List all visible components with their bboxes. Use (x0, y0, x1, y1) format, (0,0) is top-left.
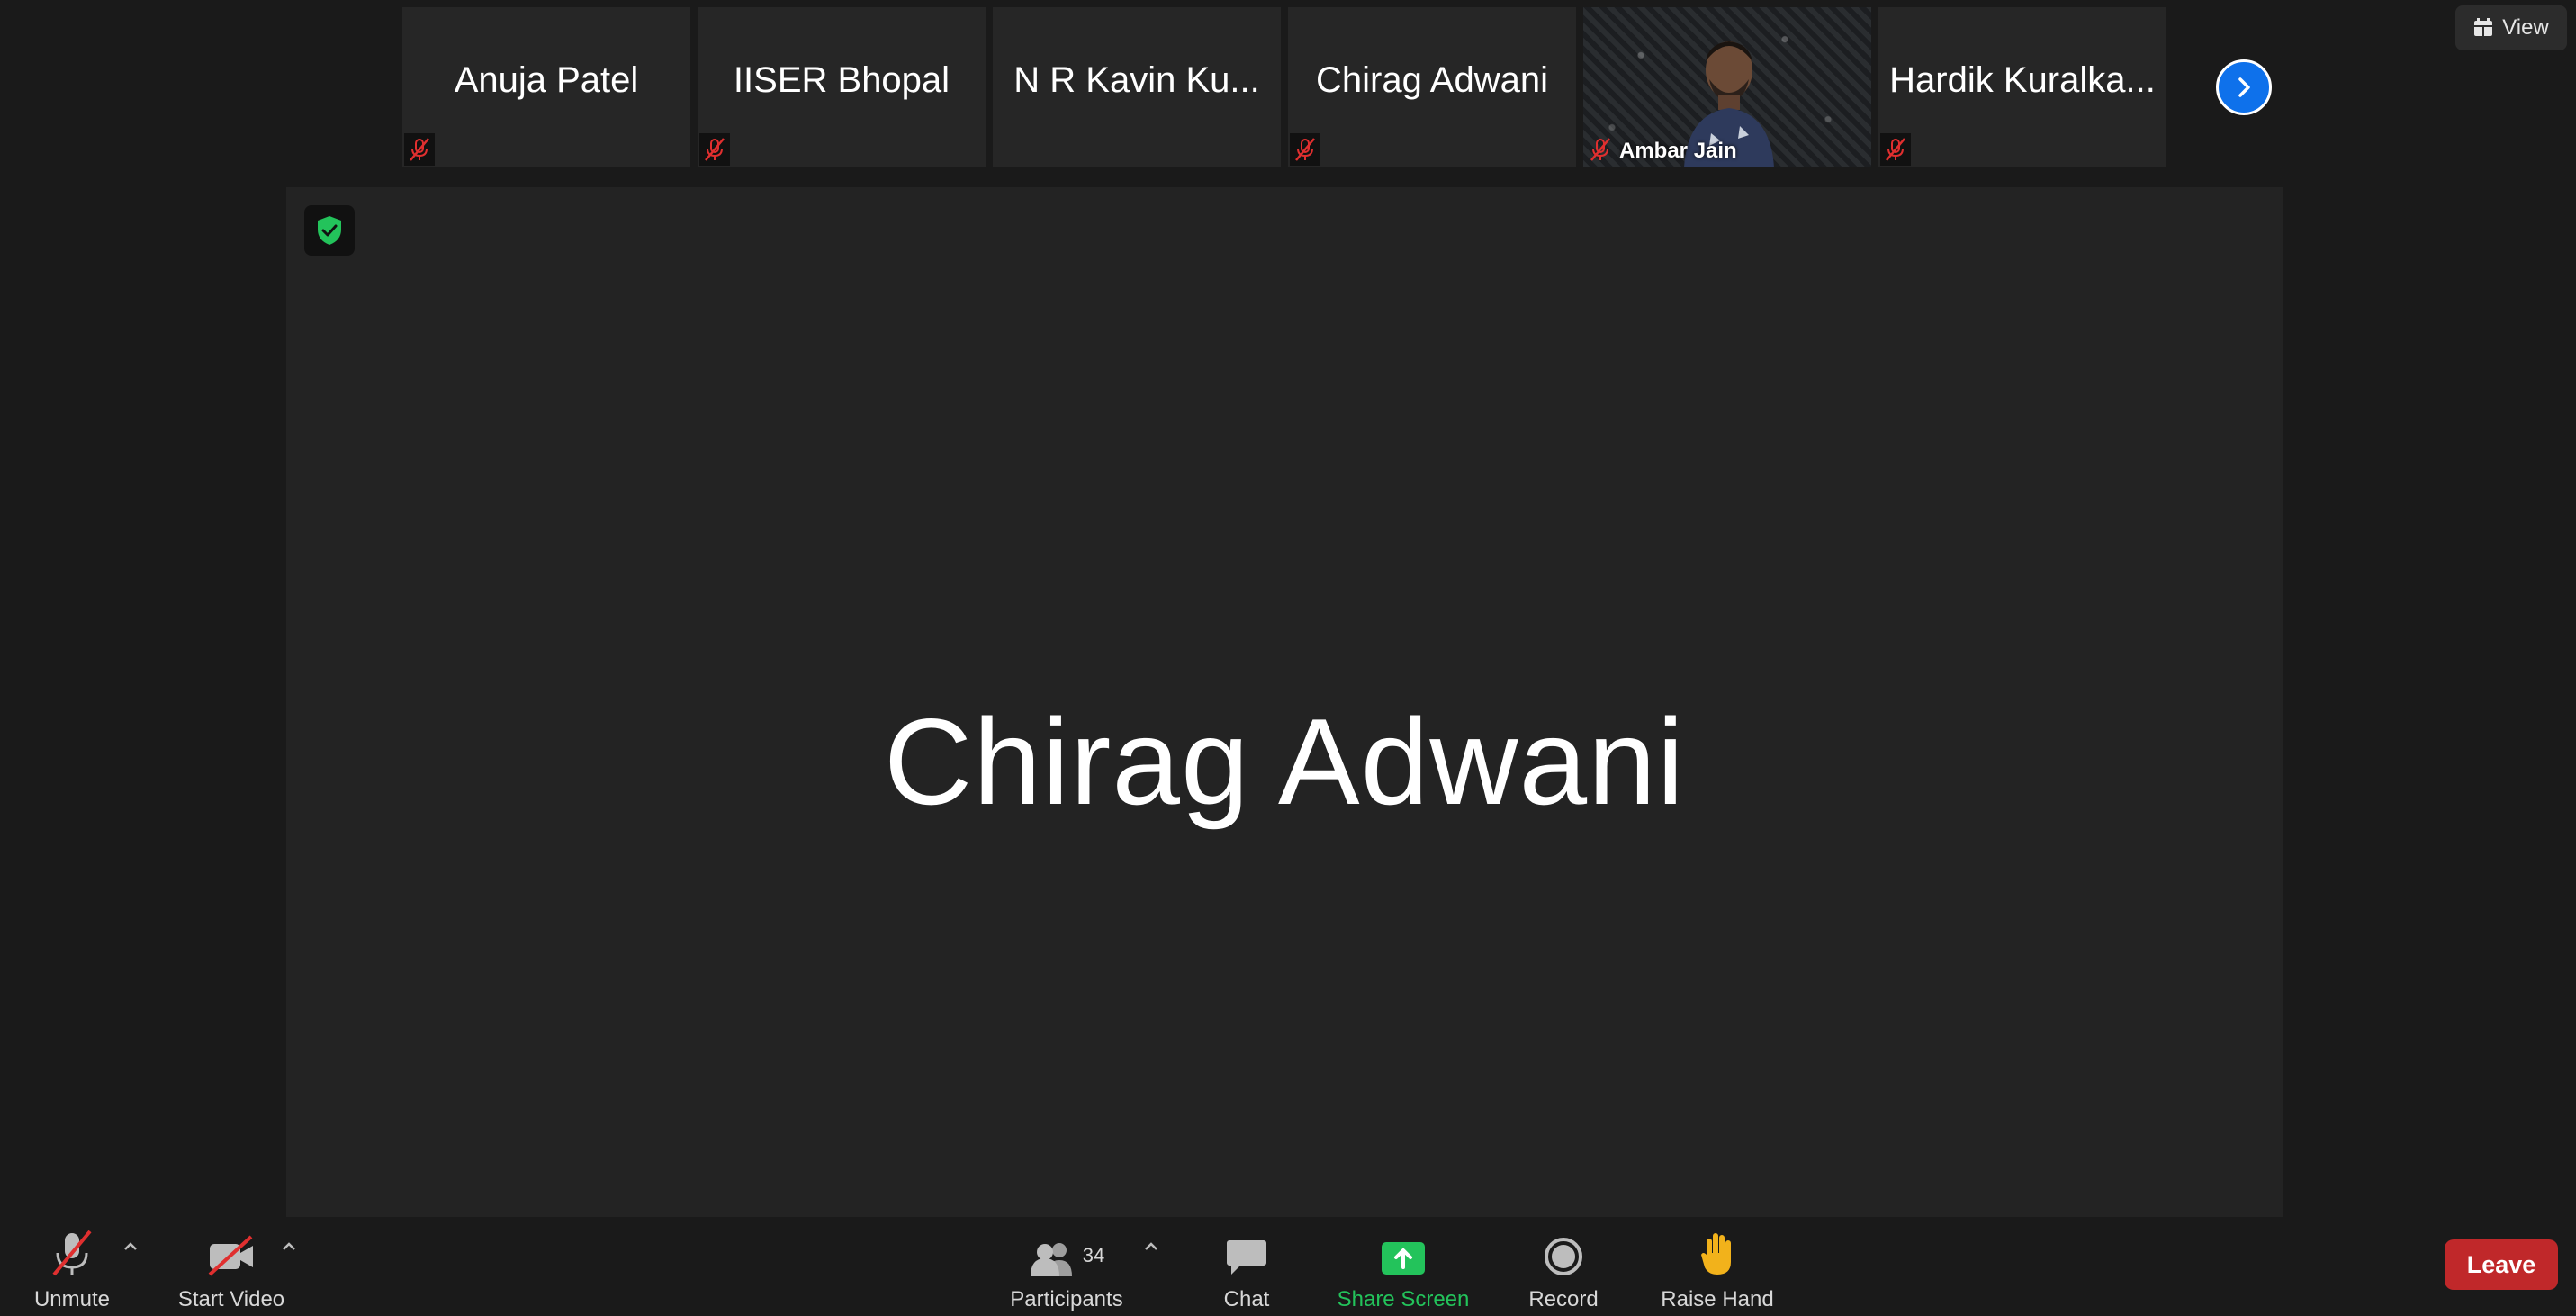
start-video-button[interactable]: Start Video (169, 1217, 293, 1316)
participant-tile[interactable]: Anuja Patel (402, 7, 690, 167)
caret-up-icon (1145, 1242, 1157, 1250)
participants-count: 34 (1082, 1244, 1105, 1266)
raise-hand-label: Raise Hand (1661, 1287, 1774, 1311)
participants-label: Participants (1010, 1287, 1123, 1311)
participant-name: Chirag Adwani (1316, 59, 1548, 100)
unmute-label: Unmute (33, 1287, 111, 1311)
record-label: Record (1528, 1287, 1599, 1311)
meeting-toolbar: Unmute Start Video 34 Participants Chat … (0, 1217, 2576, 1316)
mic-off-icon (52, 1230, 92, 1276)
record-icon (1545, 1238, 1582, 1275)
security-shield-icon[interactable] (304, 205, 355, 256)
mic-muted-icon (404, 133, 435, 166)
view-button[interactable]: View (2455, 5, 2567, 50)
caret-up-icon (124, 1242, 137, 1250)
active-speaker-view: Chirag Adwani (286, 187, 2283, 1217)
chat-label: Chat (1223, 1287, 1270, 1311)
caret-up-icon (283, 1242, 295, 1250)
share-screen-button[interactable]: Share Screen (1330, 1217, 1476, 1316)
participant-name: Ambar Jain (1619, 139, 1737, 163)
share-screen-label: Share Screen (1337, 1287, 1470, 1311)
chat-button[interactable]: Chat (1206, 1217, 1287, 1316)
mic-muted-icon (1290, 133, 1320, 166)
view-grid-icon (2474, 18, 2493, 36)
participant-tile[interactable]: Chirag Adwani (1288, 7, 1576, 167)
participant-tile[interactable]: N R Kavin Ku... (993, 7, 1281, 167)
chevron-right-icon (2238, 77, 2250, 97)
participant-name: Hardik Kuralka... (1889, 59, 2156, 100)
participant-name: Anuja Patel (454, 59, 639, 100)
participant-tile[interactable]: Hardik Kuralka... (1878, 7, 2166, 167)
video-off-icon (208, 1235, 253, 1276)
active-speaker-name: Chirag Adwani (884, 693, 1685, 830)
raise-hand-icon (1701, 1233, 1731, 1275)
audio-options-caret[interactable] (121, 1237, 140, 1257)
leave-button[interactable]: Leave (2445, 1239, 2558, 1290)
mic-muted-icon (699, 133, 730, 166)
participants-options-caret[interactable] (1141, 1237, 1161, 1257)
share-screen-icon (1382, 1242, 1425, 1275)
participant-tile[interactable]: IISER Bhopal (698, 7, 986, 167)
next-page-button[interactable] (2216, 59, 2272, 115)
mic-muted-icon (1880, 133, 1911, 166)
mic-muted-icon (1585, 133, 1616, 166)
participants-icon (1030, 1243, 1072, 1276)
participant-name: N R Kavin Ku... (1013, 59, 1260, 100)
unmute-button[interactable]: Unmute (20, 1217, 124, 1316)
view-label: View (2502, 15, 2549, 40)
record-button[interactable]: Record (1521, 1217, 1606, 1316)
participant-name: IISER Bhopal (733, 59, 950, 100)
chat-icon (1227, 1240, 1266, 1275)
video-options-caret[interactable] (279, 1237, 299, 1257)
participant-video-tile[interactable]: Ambar Jain (1583, 7, 1871, 167)
start-video-label: Start Video (177, 1287, 285, 1311)
raise-hand-button[interactable]: Raise Hand (1656, 1217, 1779, 1316)
participants-button[interactable]: 34 Participants (999, 1217, 1134, 1316)
